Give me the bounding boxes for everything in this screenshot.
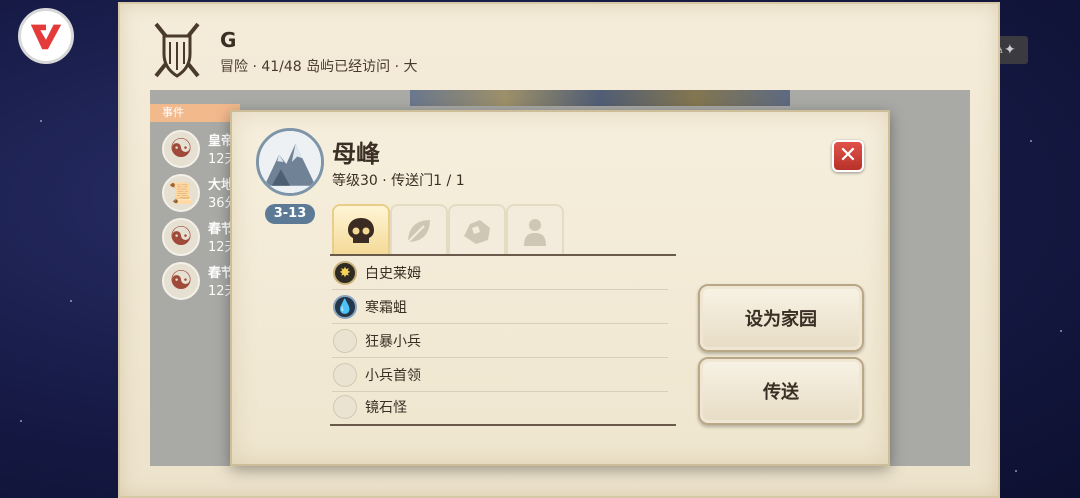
star (1015, 470, 1017, 472)
empty-slot-icon (333, 395, 357, 419)
page-subtitle: 冒险 · 41/48 岛屿已经访问 · 大 (220, 59, 418, 75)
creature-name: 狂暴小兵 (365, 333, 421, 350)
star (40, 120, 42, 122)
map-preview (410, 90, 790, 106)
star (70, 300, 72, 302)
teleport-button[interactable]: 传送 (698, 357, 864, 425)
crossed-swords-shield-icon (154, 22, 200, 78)
leaf-icon (407, 220, 430, 243)
skull-icon (348, 218, 374, 243)
water-drop-icon: 💧 (333, 294, 357, 319)
creature-name: 小兵首领 (365, 367, 421, 384)
close-icon: ✕ (838, 143, 858, 168)
page-title: G (220, 28, 237, 52)
list-item[interactable]: 镜石怪 (332, 390, 668, 424)
event-item[interactable]: 📜 大地 36分 (160, 172, 240, 214)
yin-yang-icon: ☯ (162, 262, 200, 300)
creature-name: 寒霜蛆 (365, 299, 407, 316)
list-item[interactable]: 狂暴小兵 (332, 324, 668, 358)
island-level-badge: 3-13 (265, 204, 315, 224)
tab-plants[interactable] (390, 204, 448, 256)
tab-creatures[interactable] (332, 204, 390, 256)
list-divider (330, 424, 676, 426)
event-item[interactable]: ☯ 皇帝 12天 (160, 128, 240, 170)
event-item[interactable]: ☯ 春节 12天 (160, 216, 240, 258)
tab-resources[interactable] (448, 204, 506, 256)
sun-icon: ✸ (333, 260, 357, 285)
yin-yang-icon: ☯ (162, 130, 200, 168)
yin-yang-icon: ☯ (162, 218, 200, 256)
star (1060, 330, 1062, 332)
island-name: 母峰 (332, 140, 380, 168)
mountain-icon (259, 131, 321, 193)
creature-name: 镜石怪 (365, 400, 407, 416)
set-home-button[interactable]: 设为家园 (698, 284, 864, 352)
creature-name: 白史莱姆 (365, 265, 421, 282)
star (1030, 140, 1032, 142)
empty-slot-icon (333, 362, 357, 387)
scroll-icon: 📜 (162, 174, 200, 212)
event-item[interactable]: ☯ 春节 12天 (160, 260, 240, 302)
ore-icon (464, 220, 490, 244)
list-item[interactable]: ✸ 白史莱姆 (332, 256, 668, 290)
star (20, 420, 22, 422)
app-logo-icon[interactable] (18, 8, 74, 64)
tab-npcs[interactable] (506, 204, 564, 256)
island-portrait (256, 128, 324, 196)
events-header: 事件 (150, 104, 240, 122)
empty-slot-icon (333, 328, 357, 353)
island-info: 等级30 · 传送门1 / 1 (332, 173, 465, 189)
list-item[interactable]: 💧 寒霜蛆 (332, 290, 668, 324)
list-item[interactable]: 小兵首领 (332, 358, 668, 392)
person-icon (524, 219, 546, 246)
close-button[interactable]: ✕ (832, 140, 864, 172)
